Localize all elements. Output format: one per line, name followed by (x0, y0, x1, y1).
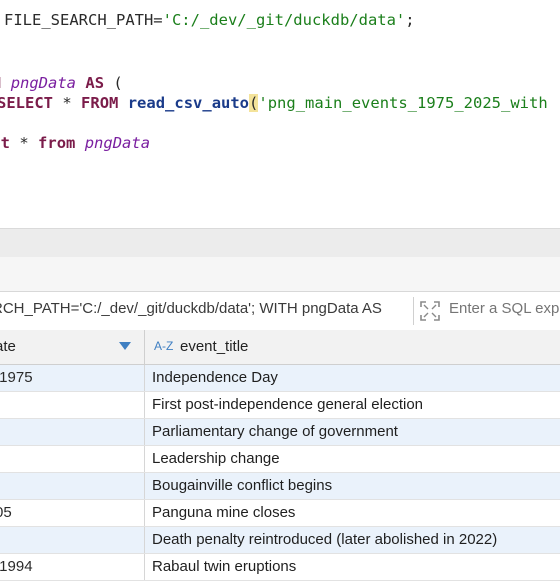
filter-separator (413, 297, 414, 325)
table-row[interactable]: Death penalty reintroduced (later abolis… (0, 527, 560, 554)
code-token: FILE_SEARCH_PATH= (4, 11, 163, 29)
filter-input[interactable] (449, 300, 560, 317)
code-token: ; (405, 11, 415, 29)
table-row[interactable]: Bougainville conflict begins (0, 473, 560, 500)
expand-icon[interactable] (419, 300, 441, 322)
code-line-3: SELECT * FROM read_csv_auto('png_main_ev… (0, 93, 548, 113)
date-value: 05 (0, 504, 12, 521)
date-cell[interactable] (0, 446, 144, 472)
event-title-cell[interactable]: Parliamentary change of government (152, 419, 398, 445)
event-title-cell[interactable]: Rabaul twin eruptions (152, 554, 296, 580)
code-keyword: SELECT (0, 94, 53, 112)
code-string: 'C:/_dev/_git/duckdb/data' (162, 11, 406, 29)
results-panel: RCH_PATH='C:/_dev/_git/duckdb/data'; WIT… (0, 257, 560, 581)
panel-divider[interactable] (0, 228, 560, 258)
cell-separator (144, 446, 145, 472)
code-line-2: H pngData AS ( (0, 73, 123, 93)
code-function: read_csv_auto (127, 94, 250, 112)
date-cell[interactable] (0, 392, 144, 418)
date-cell[interactable] (0, 419, 144, 445)
code-keyword: FROM (81, 94, 119, 112)
table-row[interactable]: First post-independence general election (0, 392, 560, 419)
cell-separator (144, 419, 145, 445)
code-identifier: pngData (84, 134, 151, 152)
event-title-cell[interactable]: Bougainville conflict begins (152, 473, 332, 499)
date-value: /1994 (0, 558, 33, 575)
date-cell[interactable] (0, 473, 144, 499)
table-body: /1975 Independence Day First post-indepe… (0, 365, 560, 581)
code-token: * (62, 94, 72, 112)
sort-down-icon[interactable] (119, 342, 131, 350)
code-token: ( (113, 74, 123, 92)
code-keyword: ect (0, 134, 10, 152)
table-row[interactable]: /1975 Independence Day (0, 365, 560, 392)
event-title-cell[interactable]: Death penalty reintroduced (later abolis… (152, 527, 497, 553)
date-cell[interactable]: 05 (0, 500, 144, 526)
event-title-cell[interactable]: First post-independence general election (152, 392, 423, 418)
column-header-event-title[interactable]: event_title (180, 330, 248, 364)
event-title-cell[interactable]: Independence Day (152, 365, 278, 391)
code-keyword: H (0, 74, 1, 92)
sql-editor[interactable]: FILE_SEARCH_PATH='C:/_dev/_git/duckdb/da… (0, 0, 560, 228)
text-type-icon: A-Z (154, 339, 174, 353)
table-row[interactable]: Parliamentary change of government (0, 419, 560, 446)
code-string: 'png_main_events_1975_2025_with (258, 94, 548, 112)
cell-separator (144, 500, 145, 526)
query-text: RCH_PATH='C:/_dev/_git/duckdb/data'; WIT… (0, 300, 382, 317)
date-cell[interactable] (0, 527, 144, 553)
code-keyword: from (38, 134, 76, 152)
cell-separator (144, 554, 145, 580)
cell-separator (144, 365, 145, 391)
cell-separator (144, 473, 145, 499)
column-separator[interactable] (144, 330, 145, 364)
table-row[interactable]: /1994 Rabaul twin eruptions (0, 554, 560, 581)
event-title-cell[interactable]: Leadership change (152, 446, 280, 472)
table-row[interactable]: 05 Panguna mine closes (0, 500, 560, 527)
code-paren-highlight: ( (249, 94, 259, 112)
code-line-1: FILE_SEARCH_PATH='C:/_dev/_git/duckdb/da… (4, 10, 415, 30)
code-keyword: AS (85, 74, 105, 92)
cell-separator (144, 527, 145, 553)
table-row[interactable]: Leadership change (0, 446, 560, 473)
code-line-4: ect * from pngData (0, 133, 150, 153)
filter-bar: RCH_PATH='C:/_dev/_git/duckdb/data'; WIT… (0, 291, 560, 331)
date-cell[interactable]: /1994 (0, 554, 144, 580)
code-identifier: pngData (10, 74, 77, 92)
date-cell[interactable]: /1975 (0, 365, 144, 391)
table-header: ate A-Z event_title (0, 330, 560, 365)
date-value: /1975 (0, 369, 33, 386)
code-token: * (19, 134, 29, 152)
event-title-cell[interactable]: Panguna mine closes (152, 500, 295, 526)
cell-separator (144, 392, 145, 418)
